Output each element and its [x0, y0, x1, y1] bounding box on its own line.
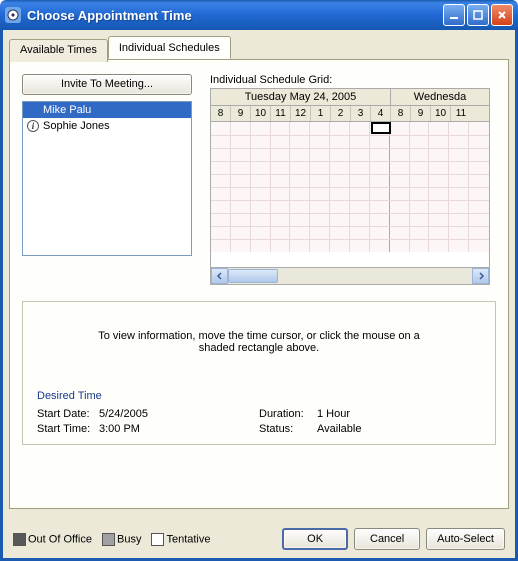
tab-strip: Available Times Individual Schedules [9, 36, 509, 59]
scroll-left-button[interactable] [211, 268, 228, 284]
scroll-right-button[interactable] [472, 268, 489, 284]
hour-header: 10 [431, 106, 451, 121]
hour-header: 8 [211, 106, 231, 121]
tab-individual-schedules[interactable]: Individual Schedules [108, 36, 231, 59]
invite-to-meeting-button[interactable]: Invite To Meeting... [22, 74, 192, 95]
desired-time-heading: Desired Time [37, 390, 102, 402]
scroll-track[interactable] [228, 268, 472, 284]
cancel-button[interactable]: Cancel [354, 528, 420, 550]
duration-label: Duration: [259, 408, 317, 423]
app-icon [5, 7, 21, 23]
hour-header: 11 [271, 106, 291, 121]
legend-item-busy: Busy [102, 533, 141, 546]
hour-header: 11 [451, 106, 471, 121]
maximize-button[interactable] [467, 4, 489, 26]
grid-body[interactable] [211, 122, 489, 252]
hour-header: 3 [351, 106, 371, 121]
info-message: To view information, move the time curso… [39, 312, 479, 364]
ok-button[interactable]: OK [282, 528, 348, 550]
start-time-label: Start Time: [37, 423, 99, 438]
grid-label: Individual Schedule Grid: [210, 74, 496, 86]
window-body: Available Times Individual Schedules Inv… [0, 30, 518, 561]
auto-select-button[interactable]: Auto-Select [426, 528, 505, 550]
square-icon [151, 533, 164, 546]
start-time-value: 3:00 PM [99, 423, 259, 438]
attendee-name: Mike Palu [43, 102, 91, 118]
attendee-list[interactable]: Mike Palu i Sophie Jones [22, 101, 192, 256]
status-label: Status: [259, 423, 317, 438]
grid-hscrollbar[interactable] [210, 268, 490, 285]
day-header: Wednesda [391, 89, 489, 105]
tab-available-times[interactable]: Available Times [9, 39, 108, 62]
legend-item-out: Out Of Office [13, 533, 92, 546]
schedule-grid[interactable]: Tuesday May 24, 2005 Wednesda 8 9 10 11 … [210, 88, 490, 268]
day-header: Tuesday May 24, 2005 [211, 89, 391, 105]
title-bar: Choose Appointment Time [0, 0, 518, 30]
hour-header: 10 [251, 106, 271, 121]
time-cursor[interactable] [371, 122, 391, 134]
window-title: Choose Appointment Time [27, 8, 443, 23]
legend: Out Of Office Busy Tentative [13, 533, 211, 546]
status-value: Available [317, 423, 361, 438]
hour-header: 12 [291, 106, 311, 121]
legend-item-tentative: Tentative [151, 533, 210, 546]
scroll-thumb[interactable] [228, 269, 278, 283]
square-icon [102, 533, 115, 546]
minimize-button[interactable] [443, 4, 465, 26]
hour-header-row: 8 9 10 11 12 1 2 3 4 8 9 10 11 [211, 106, 489, 122]
hour-header: 8 [391, 106, 411, 121]
footer: Out Of Office Busy Tentative OK Cancel A… [13, 528, 505, 550]
hour-header: 2 [331, 106, 351, 121]
details-panel: To view information, move the time curso… [22, 301, 496, 445]
hour-header: 9 [411, 106, 431, 121]
list-item[interactable]: Mike Palu [23, 102, 191, 118]
info-icon: i [27, 120, 39, 132]
hour-header: 4 [371, 106, 391, 121]
square-icon [13, 533, 26, 546]
hour-header: 9 [231, 106, 251, 121]
list-item[interactable]: i Sophie Jones [23, 118, 191, 134]
close-button[interactable] [491, 4, 513, 26]
duration-value: 1 Hour [317, 408, 350, 423]
start-date-label: Start Date: [37, 408, 99, 423]
tab-panel: Invite To Meeting... Mike Palu i Sophie … [9, 59, 509, 509]
attendee-name: Sophie Jones [43, 118, 110, 134]
start-date-value: 5/24/2005 [99, 408, 259, 423]
hour-header: 1 [311, 106, 331, 121]
